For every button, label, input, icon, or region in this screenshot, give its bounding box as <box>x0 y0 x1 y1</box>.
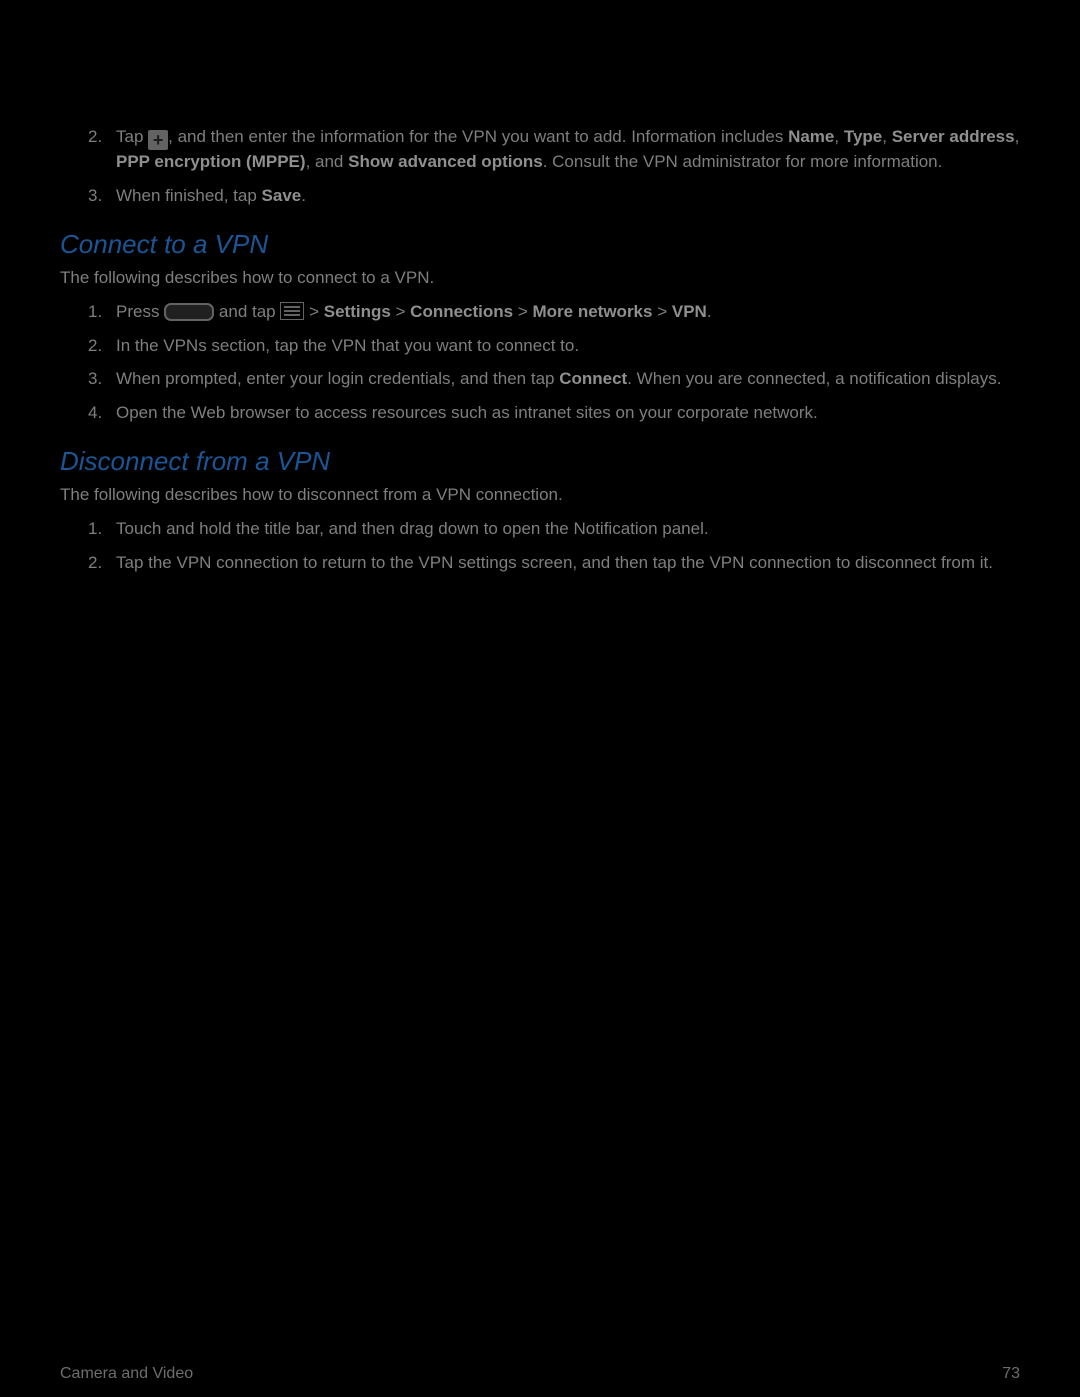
menu-icon <box>280 302 304 320</box>
heading-connect-vpn: Connect to a VPN <box>60 226 1020 262</box>
intro-connect: The following describes how to connect t… <box>60 266 1020 290</box>
text-segment: > <box>304 302 323 321</box>
bold-connections: Connections <box>410 302 513 321</box>
text-segment: . <box>707 302 712 321</box>
text-segment: and tap <box>214 302 280 321</box>
text-segment: , <box>882 127 891 146</box>
disconnect-step-1: 1. Touch and hold the title bar, and the… <box>60 517 1020 541</box>
bold-settings: Settings <box>324 302 391 321</box>
text-segment: , and then enter the information for the… <box>168 127 788 146</box>
text-segment: . When you are connected, a notification… <box>627 369 1001 388</box>
list-number: 3. <box>88 184 102 208</box>
add-vpn-steps-continued: 2. Tap +, and then enter the information… <box>60 125 1020 208</box>
list-number: 2. <box>88 551 102 575</box>
text-segment: > <box>513 302 532 321</box>
bold-show-advanced: Show advanced options <box>348 152 543 171</box>
bold-ppp: PPP encryption (MPPE) <box>116 152 306 171</box>
disconnect-step-2: 2. Tap the VPN connection to return to t… <box>60 551 1020 575</box>
list-number: 1. <box>88 517 102 541</box>
step-2-add-vpn: 2. Tap +, and then enter the information… <box>60 125 1020 174</box>
plus-icon: + <box>148 130 168 150</box>
bold-type: Type <box>844 127 882 146</box>
list-number: 2. <box>88 125 102 149</box>
bold-vpn: VPN <box>672 302 707 321</box>
disconnect-vpn-steps: 1. Touch and hold the title bar, and the… <box>60 517 1020 575</box>
bold-name: Name <box>788 127 834 146</box>
bold-server-address: Server address <box>892 127 1015 146</box>
bold-save: Save <box>262 186 302 205</box>
text-segment: > <box>652 302 671 321</box>
text-segment: Open the Web browser to access resources… <box>116 403 818 422</box>
text-segment: . <box>301 186 306 205</box>
list-number: 4. <box>88 401 102 425</box>
text-segment: When prompted, enter your login credenti… <box>116 369 559 388</box>
connect-step-4: 4. Open the Web browser to access resour… <box>60 401 1020 425</box>
text-segment: , <box>1015 127 1020 146</box>
bold-more-networks: More networks <box>533 302 653 321</box>
connect-step-3: 3. When prompted, enter your login crede… <box>60 367 1020 391</box>
intro-disconnect: The following describes how to disconnec… <box>60 483 1020 507</box>
footer-section: Camera and Video <box>60 1363 193 1385</box>
document-page: 2. Tap +, and then enter the information… <box>60 0 1020 1355</box>
list-number: 2. <box>88 334 102 358</box>
connect-step-2: 2. In the VPNs section, tap the VPN that… <box>60 334 1020 358</box>
heading-disconnect-vpn: Disconnect from a VPN <box>60 443 1020 479</box>
bold-connect: Connect <box>559 369 627 388</box>
text-segment: > <box>391 302 410 321</box>
text-segment: Tap the VPN connection to return to the … <box>116 553 993 572</box>
text-segment: , and <box>306 152 349 171</box>
step-3-save: 3. When finished, tap Save. <box>60 184 1020 208</box>
home-button-icon <box>164 303 214 321</box>
connect-step-1: 1. Press and tap > Settings > Connection… <box>60 300 1020 324</box>
list-number: 1. <box>88 300 102 324</box>
text-segment: Tap <box>116 127 148 146</box>
footer-page-number: 73 <box>1002 1363 1020 1385</box>
page-footer: Camera and Video 73 <box>60 1363 1020 1385</box>
text-segment: Press <box>116 302 164 321</box>
text-segment: . Consult the VPN administrator for more… <box>543 152 943 171</box>
text-segment: When finished, tap <box>116 186 262 205</box>
text-segment: , <box>834 127 843 146</box>
text-segment: Touch and hold the title bar, and then d… <box>116 519 709 538</box>
text-segment: In the VPNs section, tap the VPN that yo… <box>116 336 579 355</box>
list-number: 3. <box>88 367 102 391</box>
connect-vpn-steps: 1. Press and tap > Settings > Connection… <box>60 300 1020 425</box>
